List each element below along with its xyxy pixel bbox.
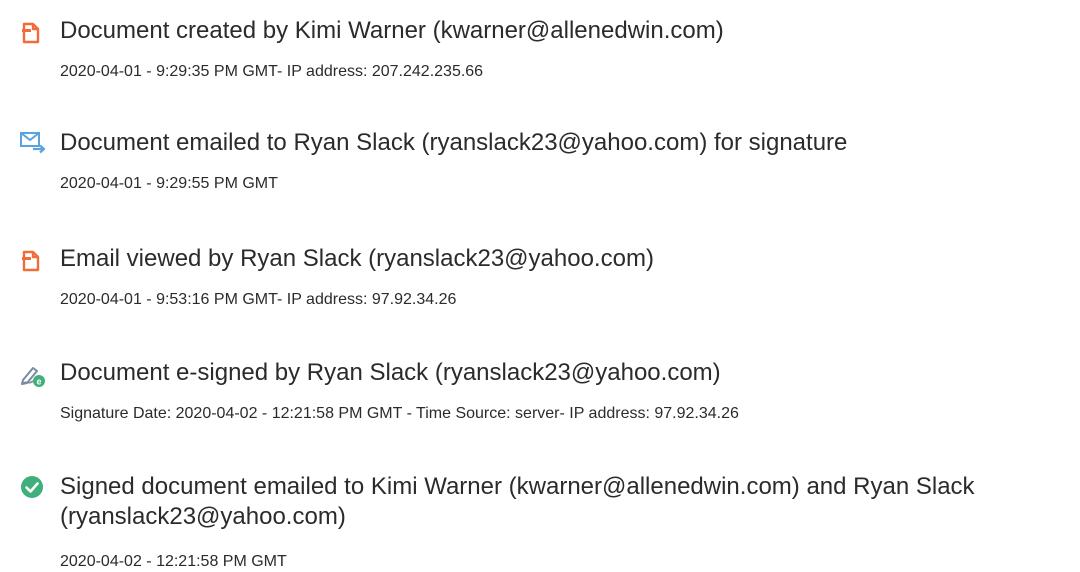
event-timestamp: 2020-04-01 - 9:29:35 PM GMT- IP address:…	[60, 63, 484, 80]
event-title: Document emailed to Ryan Slack (ryanslac…	[60, 129, 848, 156]
event-title: Document created by Kimi Warner (kwarner…	[60, 17, 724, 44]
event-timestamp: 2020-04-01 - 9:53:16 PM GMT- IP address:…	[60, 291, 457, 308]
event-title: Signed document emailed to Kimi Warner (…	[60, 473, 975, 530]
e-signed-icon: e	[20, 362, 45, 387]
email-viewed-icon	[20, 249, 44, 273]
event-timestamp: Signature Date: 2020-04-02 - 12:21:58 PM…	[60, 405, 739, 422]
svg-text:e: e	[36, 377, 41, 387]
event-title: Document e-signed by Ryan Slack (ryansla…	[60, 359, 721, 386]
completed-check-icon	[20, 475, 44, 499]
event-title: Email viewed by Ryan Slack (ryanslack23@…	[60, 245, 654, 272]
document-created-icon	[20, 21, 44, 45]
audit-trail: Document created by Kimi Warner (kwarner…	[0, 0, 1080, 571]
event-timestamp: 2020-04-01 - 9:29:55 PM GMT	[60, 175, 278, 192]
email-sent-icon	[20, 130, 46, 154]
event-timestamp: 2020-04-02 - 12:21:58 PM GMT	[60, 553, 287, 570]
